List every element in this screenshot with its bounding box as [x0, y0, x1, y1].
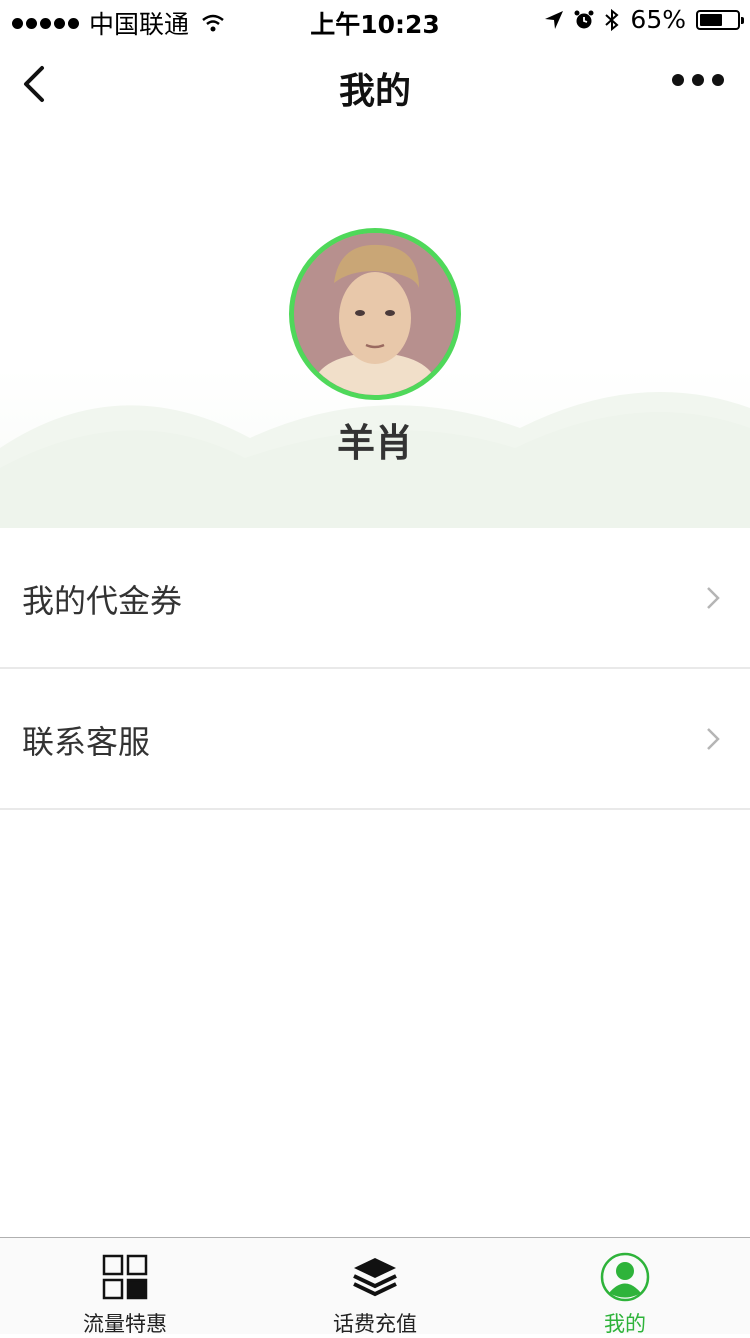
tab-mine[interactable]: 我的	[500, 1238, 750, 1336]
avatar[interactable]	[289, 228, 461, 400]
chevron-right-icon	[707, 728, 720, 750]
tab-phone-recharge[interactable]: 话费充值	[250, 1238, 500, 1336]
page-title: 我的	[338, 71, 411, 112]
status-bar: 中国联通 上午10:23 65%	[0, 0, 750, 40]
user-circle-icon	[600, 1252, 650, 1302]
menu-list: 我的代金券 联系客服	[0, 528, 750, 810]
battery-icon	[696, 9, 744, 30]
more-dots-icon[interactable]	[672, 74, 724, 86]
chevron-right-icon	[707, 587, 720, 609]
menu-item-customer-service[interactable]: 联系客服	[0, 669, 750, 810]
alarm-icon	[574, 10, 594, 28]
status-right: 65%	[544, 5, 744, 34]
location-arrow-icon	[545, 10, 564, 29]
bluetooth-icon	[605, 8, 619, 31]
tab-bar: 流量特惠 话费充值 我的	[0, 1237, 750, 1336]
profile-name: 羊肖	[336, 421, 413, 465]
avatar-photo	[294, 233, 456, 395]
menu-item-label: 我的代金券	[22, 582, 183, 620]
tab-data-deals[interactable]: 流量特惠	[0, 1238, 250, 1336]
battery-percent: 65%	[630, 5, 686, 34]
layers-icon	[353, 1258, 397, 1297]
grid-icon	[102, 1254, 148, 1300]
navigation-bar: 我的	[0, 40, 750, 128]
menu-item-label: 联系客服	[22, 723, 151, 761]
menu-item-vouchers[interactable]: 我的代金券	[0, 528, 750, 669]
battery-fill	[700, 13, 722, 26]
profile-header: 羊肖	[0, 128, 750, 528]
